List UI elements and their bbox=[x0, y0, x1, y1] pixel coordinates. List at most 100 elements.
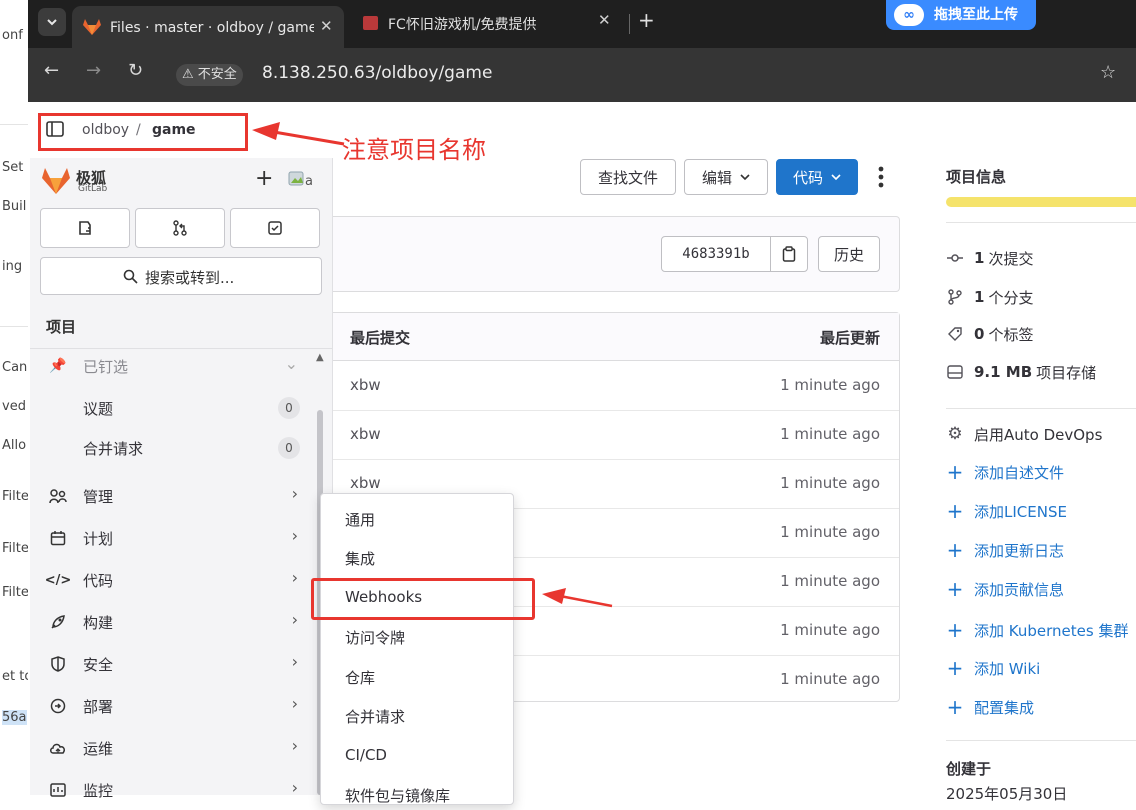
add-kubernetes-link[interactable]: + 添加 Kubernetes 集群 bbox=[946, 618, 1136, 642]
flyout-item-access-tokens[interactable]: 访问令牌 bbox=[345, 627, 405, 648]
update-time: 1 minute ago bbox=[780, 376, 880, 394]
sidebar-item-manage[interactable]: 管理 › bbox=[46, 476, 308, 516]
tab-search-button[interactable] bbox=[38, 8, 66, 36]
bookmark-star-icon[interactable]: ☆ bbox=[1100, 62, 1116, 83]
count-badge: 0 bbox=[278, 397, 300, 419]
sidebar-item-issues[interactable]: 议题 0 bbox=[46, 388, 308, 428]
sidebar-item-label: 安全 bbox=[83, 656, 114, 674]
flyout-item-merge-requests[interactable]: 合并请求 bbox=[345, 706, 405, 727]
scroll-up-arrow-icon[interactable]: ▲ bbox=[316, 352, 324, 363]
game-site-favicon-icon bbox=[363, 16, 378, 30]
tab-close-icon[interactable]: ✕ bbox=[598, 11, 611, 29]
sidebar-item-plan[interactable]: 计划 › bbox=[46, 518, 308, 558]
chevron-right-icon: › bbox=[291, 652, 298, 671]
cloud-icon bbox=[48, 738, 68, 758]
rocket-icon bbox=[48, 612, 68, 632]
table-header: 最后提交 最后更新 bbox=[332, 313, 899, 361]
search-or-goto-button[interactable]: 搜索或转到... bbox=[40, 257, 322, 295]
issues-shortcut-button[interactable] bbox=[40, 208, 130, 248]
add-changelog-link[interactable]: + 添加更新日志 bbox=[946, 538, 1064, 562]
merge-request-icon bbox=[173, 220, 187, 236]
commit-icon bbox=[946, 253, 964, 263]
add-wiki-link[interactable]: + 添加 Wiki bbox=[946, 656, 1041, 680]
update-time: 1 minute ago bbox=[780, 572, 880, 590]
plus-icon: + bbox=[946, 577, 964, 601]
tab-close-icon[interactable]: ✕ bbox=[320, 17, 333, 35]
commit-message[interactable]: xbw bbox=[350, 376, 381, 394]
branch-icon bbox=[946, 289, 964, 305]
avatar[interactable]: a bbox=[288, 168, 314, 190]
insecure-badge[interactable]: ⚠ 不安全 bbox=[176, 64, 243, 86]
browser-tab-inactive[interactable]: FC怀旧游戏机/免费提供 bbox=[388, 14, 598, 34]
merge-requests-shortcut-button[interactable] bbox=[135, 208, 225, 248]
insecure-label: 不安全 bbox=[197, 67, 237, 82]
copy-sha-button[interactable] bbox=[770, 236, 808, 272]
table-row[interactable]: xbw 1 minute ago bbox=[332, 410, 899, 460]
branches-stat-link[interactable]: 1 个分支 bbox=[946, 285, 1033, 309]
storage-label: 项目存储 bbox=[1036, 363, 1097, 382]
update-time: 1 minute ago bbox=[780, 523, 880, 541]
sidebar-item-code[interactable]: </> 代码 › bbox=[45, 560, 308, 600]
search-label: 搜索或转到... bbox=[145, 269, 235, 287]
configure-integrations-link[interactable]: + 配置集成 bbox=[946, 695, 1034, 719]
edit-label: 编辑 bbox=[701, 168, 732, 187]
add-readme-link[interactable]: + 添加自述文件 bbox=[946, 460, 1064, 484]
reload-icon[interactable]: ↻ bbox=[128, 60, 143, 81]
todo-shortcut-button[interactable] bbox=[230, 208, 320, 248]
sidebar-item-merge-requests[interactable]: 合并请求 0 bbox=[46, 428, 308, 468]
plus-icon: + bbox=[946, 538, 964, 562]
upload-drop-badge[interactable]: ∞ 拖拽至此上传 bbox=[886, 0, 1036, 30]
commit-sha[interactable]: 4683391b bbox=[661, 236, 771, 272]
flyout-item-integrations[interactable]: 集成 bbox=[345, 548, 375, 569]
browser-tab-active[interactable]: Files · master · oldboy / game ✕ bbox=[72, 6, 344, 48]
column-last-commit: 最后提交 bbox=[350, 329, 411, 347]
background-text: Allo bbox=[2, 438, 27, 453]
code-dropdown-button[interactable]: 代码 bbox=[776, 159, 858, 195]
edit-dropdown-button[interactable]: 编辑 bbox=[684, 159, 768, 195]
flyout-item-packages-registries[interactable]: 软件包与镜像库 bbox=[345, 785, 450, 806]
sidebar-item-operate[interactable]: 运维 › bbox=[46, 728, 308, 768]
branches-count: 1 bbox=[974, 288, 985, 306]
sidebar-item-label: 管理 bbox=[83, 488, 114, 506]
table-row[interactable]: xbw 1 minute ago bbox=[332, 361, 899, 411]
sidebar-item-pinned[interactable]: 📌 已钉选 ⌄ bbox=[46, 346, 308, 386]
add-contributing-link[interactable]: + 添加贡献信息 bbox=[946, 577, 1064, 601]
divider bbox=[946, 222, 1136, 223]
sidebar-item-build[interactable]: 构建 › bbox=[46, 602, 308, 642]
commit-message[interactable]: xbw bbox=[350, 474, 381, 492]
storage-stat-link[interactable]: 9.1 MB 项目存储 bbox=[946, 360, 1096, 384]
sidebar-item-deploy[interactable]: 部署 › bbox=[46, 686, 308, 726]
find-file-button[interactable]: 查找文件 bbox=[580, 159, 676, 195]
background-divider bbox=[0, 326, 28, 327]
chevron-right-icon: › bbox=[291, 526, 298, 545]
back-arrow-icon[interactable]: ← bbox=[44, 60, 59, 81]
forward-arrow-icon[interactable]: → bbox=[86, 60, 101, 81]
background-text: onf bbox=[2, 28, 23, 43]
annotation-highlight-box bbox=[311, 578, 535, 620]
chevron-down-icon bbox=[831, 174, 841, 181]
flyout-item-general[interactable]: 通用 bbox=[345, 509, 375, 530]
url-field[interactable]: ⚠ 不安全 8.138.250.63/oldboy/game bbox=[168, 58, 1128, 92]
sidebar-item-label: 计划 bbox=[83, 530, 114, 548]
add-license-link[interactable]: + 添加LICENSE bbox=[946, 499, 1067, 523]
update-time: 1 minute ago bbox=[780, 670, 880, 688]
tags-stat-link[interactable]: 0 个标签 bbox=[946, 322, 1033, 346]
sidebar-item-security[interactable]: 安全 › bbox=[46, 644, 308, 684]
commit-message[interactable]: xbw bbox=[350, 425, 381, 443]
auto-devops-link[interactable]: ⚙ 启用Auto DevOps bbox=[946, 422, 1102, 446]
commits-stat-link[interactable]: 1 次提交 bbox=[946, 246, 1033, 270]
action-label: 添加更新日志 bbox=[974, 541, 1065, 560]
shield-icon bbox=[48, 654, 68, 674]
sidebar-item-monitor[interactable]: 监控 › bbox=[46, 770, 308, 810]
create-new-plus-icon[interactable]: + bbox=[255, 166, 273, 191]
flyout-item-repository[interactable]: 仓库 bbox=[345, 667, 375, 688]
history-button[interactable]: 历史 bbox=[818, 236, 880, 272]
annotation-highlight-box bbox=[38, 113, 248, 151]
column-last-update: 最后更新 bbox=[819, 329, 880, 347]
more-actions-kebab-icon[interactable] bbox=[872, 164, 890, 192]
new-tab-plus-icon[interactable]: + bbox=[638, 8, 655, 32]
flyout-item-ci-cd[interactable]: CI/CD bbox=[345, 746, 387, 764]
background-text: Filte bbox=[2, 541, 28, 556]
annotation-text: 注意项目名称 bbox=[342, 136, 486, 164]
storage-icon bbox=[946, 365, 964, 379]
